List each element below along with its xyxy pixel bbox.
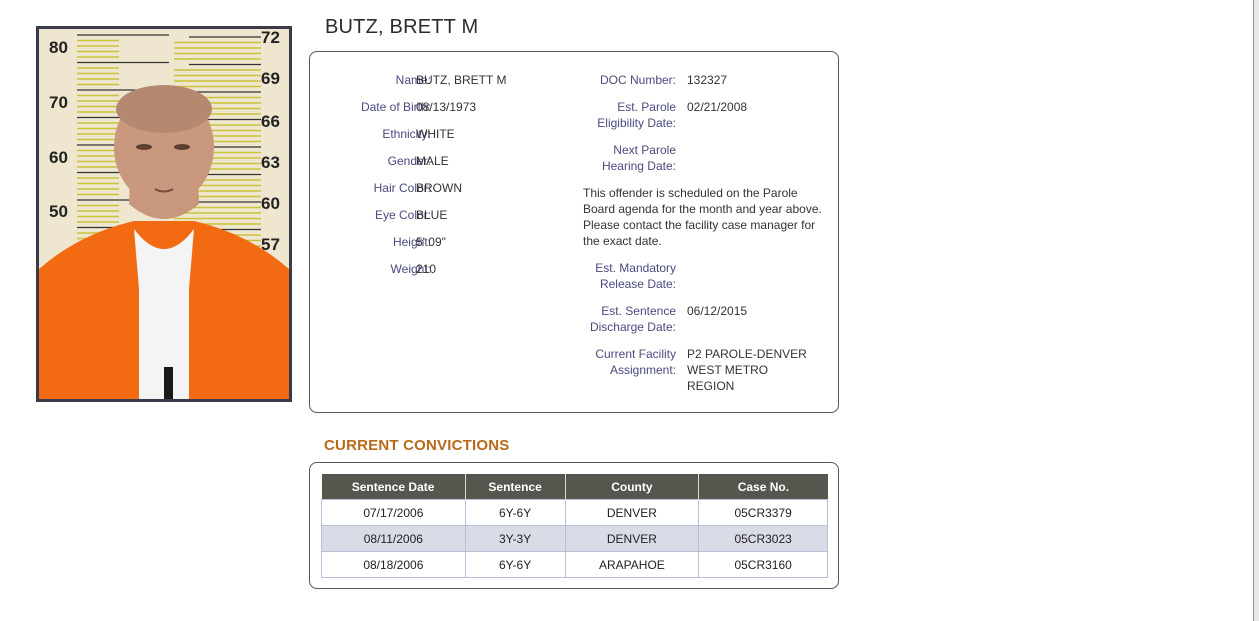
table-header-row: Sentence Date Sentence County Case No.	[321, 474, 828, 500]
eye-color-value: BLUE	[416, 208, 448, 222]
sentence-date-cell: 08/18/2006	[321, 551, 466, 578]
offender-info-box: Name: BUTZ, BRETT M Date of Birth: 08/13…	[309, 51, 839, 413]
sentence-cell: 6Y-6Y	[464, 551, 566, 578]
height-mark-60: 60	[49, 148, 68, 167]
sentence-header: Sentence	[465, 474, 566, 500]
sentence-date-cell: 08/11/2006	[321, 525, 466, 552]
table-row: 07/17/2006 6Y-6Y DENVER 05CR3379	[321, 499, 828, 526]
sentence-date-header: Sentence Date	[321, 474, 466, 500]
sentence-cell: 3Y-3Y	[464, 525, 566, 552]
weight-value: 210	[416, 262, 437, 276]
table-row: 08/11/2006 3Y-3Y DENVER 05CR3023	[321, 525, 828, 552]
convictions-table: Sentence Date Sentence County Case No. 0…	[321, 474, 828, 578]
height-mark-69: 69	[261, 69, 280, 88]
county-cell: DENVER	[564, 499, 700, 526]
height-mark-72: 72	[261, 29, 280, 47]
parole-eligibility-value: 02/21/2008	[687, 100, 748, 114]
current-convictions-heading: CURRENT CONVICTIONS	[324, 437, 510, 454]
sentence-discharge-label: Est. Sentence Discharge Date:	[589, 304, 676, 334]
gender-value: MALE	[416, 154, 449, 168]
case-no-cell: 05CR3160	[698, 551, 828, 578]
sentence-discharge-value: 06/12/2015	[687, 304, 748, 318]
table-row: 08/18/2006 6Y-6Y ARAPAHOE 05CR3160	[321, 551, 828, 578]
height-mark-63: 63	[261, 153, 280, 172]
facility-assignment-value: P2 PAROLE-DENVER WEST METRO REGION	[687, 347, 807, 393]
height-value: 5' 09"	[416, 235, 446, 249]
height-mark-60-right: 60	[261, 194, 280, 213]
facility-assignment-label: Current Facility Assignment:	[595, 347, 676, 377]
height-mark-80: 80	[49, 38, 68, 57]
parole-eligibility-label: Est. Parole Eligibility Date:	[597, 100, 676, 130]
mugshot-photo: 80 70 60 50 40 72 69 66 63 60 57	[36, 26, 292, 402]
dob-value: 08/13/1973	[416, 100, 477, 114]
ethnicity-value: WHITE	[416, 127, 455, 141]
offender-details-page: 80 70 60 50 40 72 69 66 63 60 57 BUTZ, B…	[0, 0, 1259, 621]
case-no-header: Case No.	[698, 474, 828, 500]
case-no-cell: 05CR3379	[698, 499, 828, 526]
mandatory-release-label: Est. Mandatory Release Date:	[595, 261, 676, 291]
next-hearing-label: Next Parole Hearing Date:	[601, 143, 676, 173]
doc-number-label: DOC Number:	[599, 73, 676, 87]
height-mark-50: 50	[49, 202, 68, 221]
parole-board-notice: This offender is scheduled on the Parole…	[583, 186, 822, 248]
sentence-cell: 6Y-6Y	[464, 499, 566, 526]
offender-name-heading: BUTZ, BRETT M	[325, 16, 479, 38]
height-mark-70: 70	[49, 93, 68, 112]
convictions-box: Sentence Date Sentence County Case No. 0…	[309, 462, 839, 589]
window-right-edge	[1253, 0, 1259, 621]
county-cell: DENVER	[564, 525, 700, 552]
hair-color-value: BROWN	[416, 181, 462, 195]
county-header: County	[565, 474, 700, 500]
height-mark-66: 66	[261, 112, 280, 131]
case-no-cell: 05CR3023	[698, 525, 828, 552]
sentence-date-cell: 07/17/2006	[321, 499, 466, 526]
doc-number-value: 132327	[687, 73, 728, 87]
name-value: BUTZ, BRETT M	[416, 73, 507, 87]
county-cell: ARAPAHOE	[564, 551, 700, 578]
